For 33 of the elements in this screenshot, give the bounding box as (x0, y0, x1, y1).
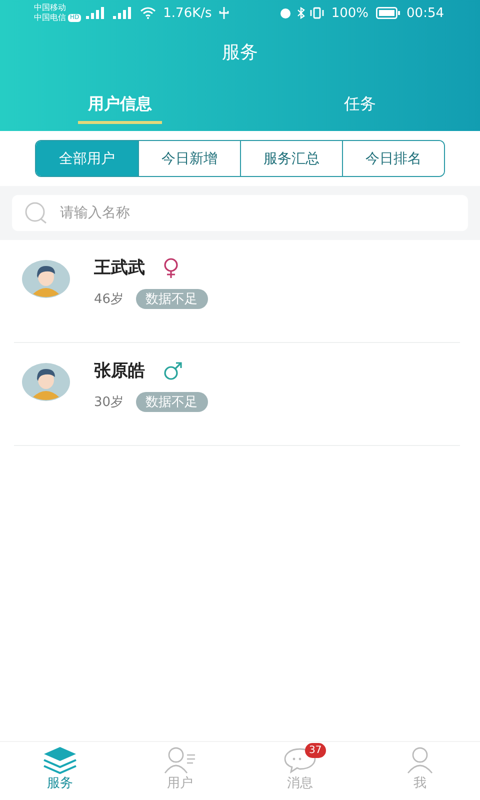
status-tag: 数据不足 (136, 289, 208, 309)
unread-badge: 37 (305, 743, 326, 758)
nav-tab[interactable]: 服务 (0, 742, 120, 800)
avatar (22, 260, 70, 298)
search-field[interactable]: 请输入名称 (12, 195, 468, 231)
bluetooth-icon (297, 7, 306, 19)
user-age: 30岁 (94, 394, 124, 411)
usb-icon (218, 7, 229, 19)
layers-icon (43, 746, 77, 774)
tab[interactable]: 任务 (240, 86, 480, 122)
nav-tab[interactable]: 用户 (120, 742, 240, 800)
female-icon (163, 258, 179, 278)
user-name: 王武武 (94, 257, 145, 279)
nav-tab[interactable]: 我 (360, 742, 480, 800)
battery-icon (376, 7, 400, 19)
nav-tab[interactable]: 37 消息 (240, 742, 360, 800)
male-icon (163, 362, 183, 380)
carrier-name: 中国电信 (34, 13, 66, 23)
tab[interactable]: 用户信息 (0, 86, 240, 122)
user-age: 46岁 (94, 291, 124, 308)
user-name: 张原皓 (94, 360, 145, 382)
vibrate-icon (310, 7, 324, 19)
network-speed: 1.76K/s (163, 6, 212, 20)
page-title: 服务 (221, 41, 259, 64)
wifi-icon (140, 7, 156, 19)
user-icon (163, 746, 197, 774)
avatar (22, 363, 70, 401)
filter-tab[interactable]: 全部用户 (36, 141, 138, 176)
status-tag: 数据不足 (136, 392, 208, 412)
clock: 00:54 (406, 6, 444, 20)
battery-percent: 100% (331, 6, 369, 20)
filter-tab[interactable]: 今日排名 (342, 141, 444, 176)
carrier-name: 中国移动 (34, 3, 67, 13)
